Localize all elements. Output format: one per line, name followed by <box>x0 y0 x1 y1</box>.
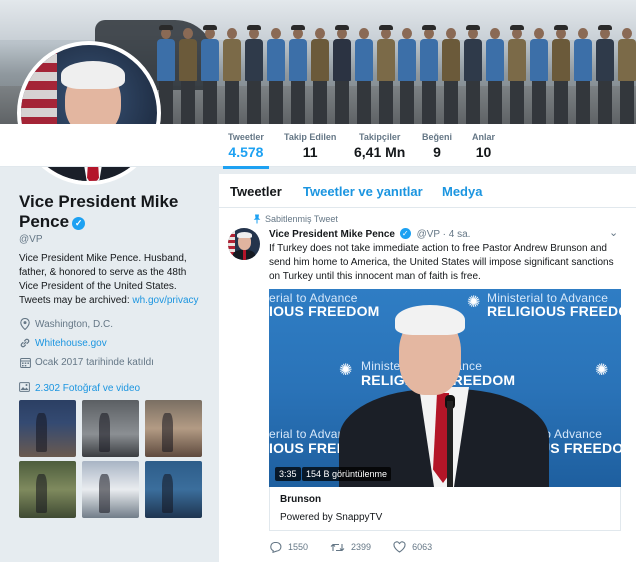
retweet-button[interactable]: 2399 <box>330 542 371 553</box>
star-icon: ✺ <box>467 294 481 311</box>
stat-label: Beğeni <box>422 132 453 142</box>
pin-icon <box>253 214 261 224</box>
profile-handle[interactable]: @VP <box>19 234 43 245</box>
stat-following[interactable]: Takip Edilen 11 <box>284 132 336 160</box>
retweet-count: 2399 <box>351 542 372 552</box>
video-view-count: 154 B görüntülenme <box>302 467 392 481</box>
retweet-icon <box>330 543 345 551</box>
stat-tweets[interactable]: Tweetler 4.578 <box>223 132 269 169</box>
like-button[interactable]: 6063 <box>393 541 432 553</box>
reply-count: 1550 <box>288 542 309 552</box>
star-icon: ✺ <box>595 362 609 379</box>
profile-name[interactable]: Vice President Mike Pence ✓ <box>19 192 204 232</box>
tab-media[interactable]: Medya <box>442 184 482 199</box>
tweet-author-name[interactable]: Vice President Mike Pence <box>269 229 395 240</box>
tweet-text: If Turkey does not take immediate action… <box>269 243 614 282</box>
verified-badge-icon: ✓ <box>72 217 86 230</box>
tweet-actions: 1550 2399 6063 <box>269 541 454 553</box>
media-thumbnail[interactable] <box>145 400 202 457</box>
stat-moments[interactable]: Anlar 10 <box>472 132 495 160</box>
group-photo <box>150 18 636 124</box>
video-card[interactable]: Brunson Powered by SnappyTV <box>269 487 621 531</box>
stat-value: 4.578 <box>228 144 264 160</box>
link-icon <box>19 337 31 349</box>
media-thumbnail[interactable] <box>19 461 76 518</box>
tweet-video[interactable]: erial to Advance IOUS FREEDOM ✺ Minister… <box>269 289 621 487</box>
star-icon: ✺ <box>339 362 353 379</box>
photos-videos-label: 2.302 Fotoğraf ve video <box>35 382 141 394</box>
timeline: Tweetler Tweetler ve yanıtlar Medya Sabi… <box>219 174 636 562</box>
crowd-person <box>332 25 351 124</box>
crowd-person <box>244 25 263 124</box>
crowd-person <box>310 28 329 124</box>
media-thumbnail[interactable] <box>82 461 139 518</box>
bio-link[interactable]: wh.gov/privacy <box>132 295 198 306</box>
reply-icon <box>270 541 282 553</box>
tweet-header: Vice President Mike Pence ✓ @VP · 4 sa. <box>269 228 470 240</box>
stat-value: 11 <box>302 144 318 160</box>
media-thumbnail[interactable] <box>145 461 202 518</box>
crowd-person <box>485 28 505 124</box>
crowd-person <box>200 25 219 124</box>
stat-value: 6,41 Mn <box>354 144 406 160</box>
crowd-person <box>617 28 636 124</box>
pinned-tweet-label: Sabitlenmiş Tweet <box>253 214 338 224</box>
card-source: Powered by SnappyTV <box>280 512 383 523</box>
profile-nav: Tweetler 4.578 Takip Edilen 11 Takipçile… <box>0 124 636 169</box>
heart-icon <box>393 541 406 553</box>
video-duration: 3:35 <box>275 467 301 481</box>
crowd-person <box>551 25 571 124</box>
location-text: Washington, D.C. <box>35 318 113 330</box>
profile-bio: Vice President Mike Pence. Husband, fath… <box>19 252 205 308</box>
profile-location: Washington, D.C. <box>19 318 113 330</box>
stat-likes[interactable]: Beğeni 9 <box>422 132 452 160</box>
tab-tweets-and-replies[interactable]: Tweetler ve yanıtlar <box>303 184 423 199</box>
stat-followers[interactable]: Takipçiler 6,41 Mn <box>354 132 405 160</box>
stat-label: Takip Edilen <box>284 132 337 142</box>
stat-value: 10 <box>475 144 492 160</box>
media-grid <box>19 400 203 518</box>
crowd-person <box>397 28 417 124</box>
crowd-person <box>595 25 615 124</box>
backdrop-text: IOUS FREEDOM <box>269 303 380 319</box>
stat-label: Anlar <box>472 132 496 142</box>
verified-badge-icon: ✓ <box>399 228 411 239</box>
like-count: 6063 <box>412 542 433 552</box>
crowd-person <box>573 28 593 124</box>
stat-value: 9 <box>433 144 441 160</box>
crowd-person <box>376 25 395 124</box>
crowd-person <box>288 25 307 124</box>
stat-label: Tweetler <box>228 132 264 142</box>
crowd-person <box>222 28 241 124</box>
crowd-person <box>507 25 527 124</box>
joined-text: Ocak 2017 tarihinde katıldı <box>35 356 154 368</box>
stat-label: Takipçiler <box>359 132 401 142</box>
tweet-author-avatar[interactable] <box>228 228 260 260</box>
media-thumbnail[interactable] <box>19 400 76 457</box>
location-pin-icon <box>19 318 31 330</box>
tweet-menu-chevron-down-icon[interactable]: ⌄ <box>609 226 618 239</box>
crowd-person <box>354 28 373 124</box>
crowd-person <box>178 28 197 124</box>
tab-tweets[interactable]: Tweetler <box>230 184 282 199</box>
media-thumbnail[interactable] <box>82 400 139 457</box>
profile-name-text: Vice President Mike Pence <box>19 192 179 231</box>
crowd-person <box>463 25 483 124</box>
crowd-person <box>419 25 439 124</box>
card-title: Brunson <box>280 494 322 505</box>
reply-button[interactable]: 1550 <box>269 541 308 553</box>
calendar-icon <box>19 356 31 368</box>
website-link[interactable]: Whitehouse.gov <box>35 338 107 349</box>
tweet-handle-time[interactable]: @VP · 4 sa. <box>417 229 471 240</box>
crowd-person <box>266 28 285 124</box>
pinned-text: Sabitlenmiş Tweet <box>265 214 338 224</box>
photos-videos-link[interactable]: 2.302 Fotoğraf ve video <box>19 382 140 394</box>
crowd-person <box>441 28 461 124</box>
profile-website: Whitehouse.gov <box>19 337 107 349</box>
crowd-person <box>529 28 549 124</box>
photo-icon <box>19 382 31 394</box>
profile-joined: Ocak 2017 tarihinde katıldı <box>19 356 154 368</box>
backdrop-text: RELIGIOUS FREEDOM <box>487 303 621 319</box>
timeline-tabs: Tweetler Tweetler ve yanıtlar Medya <box>219 174 636 208</box>
